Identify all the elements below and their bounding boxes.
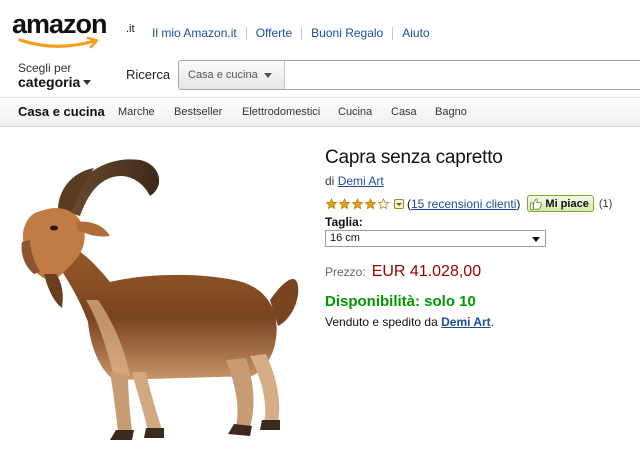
size-label: Taglia: [325,215,363,229]
seller-link[interactable]: Demi Art [441,315,491,329]
shop-by-category-button[interactable]: Scegli per categoria [18,61,92,90]
nav-item-cucina[interactable]: Cucina [338,106,372,118]
search-label: Ricerca [126,67,171,82]
size-select[interactable]: 16 cm [325,230,546,247]
nav-item-elettrodomestici[interactable]: Elettrodomestici [242,106,320,118]
nav-item-marche[interactable]: Marche [118,106,155,118]
shop-by-line1: Scegli per [18,61,72,75]
price-row: Prezzo: EUR 41.028,00 [325,263,481,281]
star-icon [351,197,364,209]
search-input[interactable]: Casa e cucina [178,60,640,90]
price-label: Prezzo: [325,265,366,279]
byline: di Demi Art [325,174,384,188]
reviews-link[interactable]: 15 recensioni clienti [411,197,516,211]
caret-down-icon [263,72,272,78]
star-icon [364,197,377,209]
product-title: Capra senza capretto [325,147,503,168]
link-help[interactable]: Aiuto [392,27,438,40]
rating-row: (15 recensioni clienti) Mi piace (1) [325,195,612,212]
top-header: amazon .it Il mio Amazon.it Offerte Buon… [0,0,640,56]
availability: Disponibilità: solo 10 [325,293,476,310]
amazon-smile-arrow-icon [18,37,99,49]
search-row: Scegli per categoria Ricerca Casa e cuci… [0,58,640,96]
shop-by-line2: categoria [18,74,81,90]
product-info: Capra senza capretto di Demi Art (15 rec… [325,147,635,329]
logo-wordmark: amazon [12,9,108,39]
product-image[interactable] [14,150,304,460]
chevron-down-icon[interactable] [394,198,404,209]
top-links: Il mio Amazon.it Offerte Buoni Regalo Ai… [152,27,439,40]
nav-main-category[interactable]: Casa e cucina [18,104,105,119]
sold-by-suffix: . [490,315,495,329]
like-label: Mi piace [545,197,589,210]
reviews-close-paren: ) [516,196,521,211]
nav-item-casa[interactable]: Casa [391,106,417,118]
search-scope-value: Casa e cucina [188,69,258,81]
link-offers[interactable]: Offerte [245,27,301,40]
caret-down-icon [83,79,92,85]
sold-by-prefix: Venduto e spedito da [325,315,438,329]
sold-by: Venduto e spedito da Demi Art. [325,315,494,329]
price-value: EUR 41.028,00 [371,263,482,280]
caret-down-icon [532,237,540,242]
amazon-logo[interactable]: amazon .it [12,9,142,53]
nav-item-bagno[interactable]: Bagno [435,106,467,118]
size-value: 16 cm [330,232,360,244]
like-count: (1) [598,197,613,210]
category-nav: Casa e cucina Marche Bestseller Elettrod… [0,97,640,127]
like-button[interactable]: Mi piace [527,195,594,212]
nav-item-bestseller[interactable]: Bestseller [174,106,222,118]
logo-domain: .it [126,23,135,35]
brand-link[interactable]: Demi Art [338,174,384,188]
star-icon [338,197,351,209]
star-icon [377,197,390,209]
by-prefix: di [325,174,335,188]
search-scope-dropdown[interactable]: Casa e cucina [179,61,285,89]
thumbs-up-icon [530,198,543,210]
reviews: (15 recensioni clienti) [407,197,520,211]
link-my-amazon[interactable]: Il mio Amazon.it [152,27,246,40]
star-icon [325,197,338,209]
star-rating[interactable] [325,197,390,210]
link-gift-cards[interactable]: Buoni Regalo [301,27,392,40]
